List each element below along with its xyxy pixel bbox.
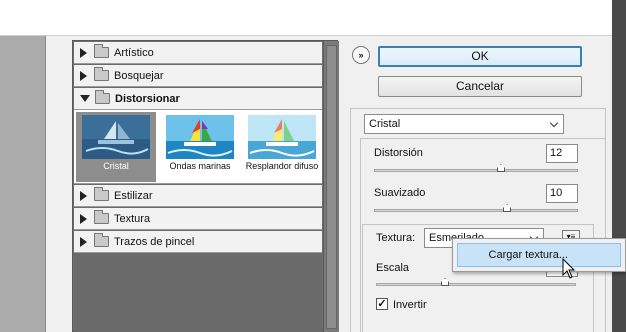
triangle-icon xyxy=(80,47,87,58)
folder-open-icon xyxy=(95,90,110,104)
category-distorsionar[interactable]: Distorsionar xyxy=(74,88,322,110)
sailboat-thumbnail-icon xyxy=(166,115,234,159)
triangle-icon xyxy=(80,70,87,81)
thumb-ondas-marinas[interactable]: Ondas marinas xyxy=(160,112,240,182)
texture-context-menu: Cargar textura... xyxy=(452,238,626,272)
sailboat-thumbnail-icon xyxy=(82,115,150,159)
category-label: Textura xyxy=(114,212,151,225)
thumb-caption: Resplandor difuso xyxy=(245,161,319,171)
category-estilizar[interactable]: Estilizar xyxy=(74,185,322,207)
category-label: Trazos de pincel xyxy=(114,235,195,248)
triangle-icon xyxy=(80,213,87,224)
category-label: Bosquejar xyxy=(114,69,164,82)
scrollbar-thumb[interactable] xyxy=(326,45,337,329)
thumb-cristal[interactable]: Cristal xyxy=(76,112,156,182)
escala-slider[interactable] xyxy=(376,278,576,286)
chevron-down-icon xyxy=(549,118,559,128)
category-artistico[interactable]: Artístico xyxy=(74,42,322,64)
filter-gallery: Artístico Bosquejar Distorsionar Cristal… xyxy=(72,40,339,332)
settings-panel: » OK Cancelar Cristal Distorsión 12 Suav… xyxy=(348,36,612,332)
preview-divider xyxy=(46,36,72,332)
category-trazos-de-pincel[interactable]: Trazos de pincel xyxy=(74,231,322,253)
suavizado-label: Suavizado xyxy=(374,187,426,199)
triangle-icon xyxy=(80,190,87,201)
filter-select-value: Cristal xyxy=(369,118,401,130)
image-preview[interactable] xyxy=(0,36,46,332)
invertir-label: Invertir xyxy=(393,299,427,311)
folder-icon xyxy=(94,210,109,224)
textura-label: Textura: xyxy=(376,232,416,244)
filter-thumbnails: Cristal Ondas marinas Resplandor difuso xyxy=(74,110,322,184)
distorsion-input[interactable]: 12 xyxy=(546,144,578,163)
distorsion-label: Distorsión xyxy=(374,147,423,159)
ok-button[interactable]: OK xyxy=(378,46,582,67)
thumb-caption: Ondas marinas xyxy=(169,161,231,171)
folder-icon xyxy=(94,67,109,81)
thumb-caption: Cristal xyxy=(103,161,129,171)
filter-gallery-dialog: Artístico Bosquejar Distorsionar Cristal… xyxy=(0,36,612,332)
thumb-resplandor-difuso[interactable]: Resplandor difuso xyxy=(242,112,322,182)
suavizado-input[interactable]: 10 xyxy=(546,184,578,203)
category-label: Distorsionar xyxy=(115,92,180,105)
escala-label: Escala xyxy=(376,262,410,274)
category-textura[interactable]: Textura xyxy=(74,208,322,230)
double-chevron-icon[interactable]: » xyxy=(352,46,370,64)
category-label: Artístico xyxy=(114,46,154,59)
filter-select[interactable]: Cristal xyxy=(364,114,564,134)
triangle-down-icon xyxy=(80,95,90,102)
category-label: Estilizar xyxy=(114,189,153,202)
invertir-checkbox[interactable]: ✓ xyxy=(376,298,388,310)
folder-icon xyxy=(94,187,109,201)
load-texture-menu-item[interactable]: Cargar textura... xyxy=(457,243,621,267)
filter-list: Artístico Bosquejar Distorsionar Cristal… xyxy=(74,42,322,332)
distorsion-slider[interactable] xyxy=(374,164,578,172)
dialog-title-bar xyxy=(0,0,612,36)
sailboat-thumbnail-icon xyxy=(248,115,316,159)
mouse-cursor-icon xyxy=(562,258,576,279)
suavizado-slider[interactable] xyxy=(374,204,578,212)
cancel-button[interactable]: Cancelar xyxy=(378,76,582,97)
triangle-icon xyxy=(80,236,87,247)
folder-icon xyxy=(94,44,109,58)
gallery-scrollbar[interactable] xyxy=(323,41,339,332)
category-bosquejar[interactable]: Bosquejar xyxy=(74,65,322,87)
folder-icon xyxy=(94,233,109,247)
